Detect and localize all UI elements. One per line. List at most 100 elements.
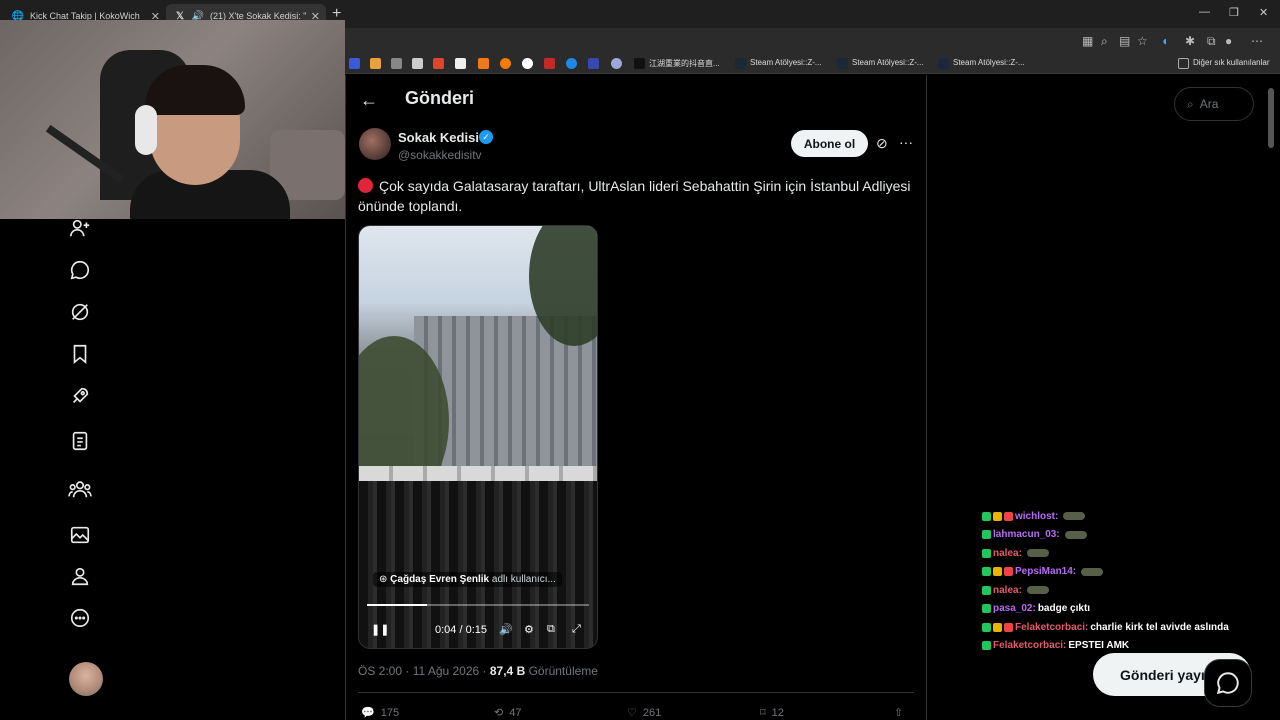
bookmark-icon[interactable]	[455, 58, 466, 69]
chat-badge-icon	[982, 641, 991, 651]
bookmark-icon[interactable]	[433, 58, 444, 69]
chat-username: Felaketcorbaci:	[993, 640, 1067, 652]
bookmark-icon[interactable]	[611, 58, 622, 69]
lists-icon[interactable]	[68, 429, 92, 453]
chat-emote-icon	[1063, 512, 1086, 521]
pause-icon[interactable]: ❚❚	[371, 623, 389, 636]
bookmark-label[interactable]: Steam Atölyesi::Z-...	[750, 58, 822, 67]
chat-badge-icon	[1004, 567, 1013, 577]
bookmark-icon[interactable]	[349, 58, 360, 69]
bookmark-icon[interactable]	[522, 58, 533, 69]
profile-icon[interactable]: ●	[1225, 34, 1232, 48]
tweet-meta: ÖS 2:00 · 11 Ağu 2026 · 87,4 B Görüntüle…	[358, 664, 598, 678]
messages-fab[interactable]	[1204, 659, 1252, 707]
extensions-puzzle-icon[interactable]: ✱	[1185, 34, 1195, 48]
zoom-icon[interactable]: ⌕	[1101, 34, 1108, 49]
picture-in-picture-icon[interactable]: ⧉	[547, 623, 555, 636]
tweet-video[interactable]: ⊛ Çağdaş Evren Şenlik adlı kullanıcı... …	[358, 225, 598, 649]
bookmark-label[interactable]: Steam Atölyesi::Z-...	[852, 58, 924, 67]
bookmark-icon[interactable]	[566, 58, 577, 69]
chat-username: nalea:	[993, 584, 1022, 596]
back-arrow-icon[interactable]: ←	[360, 90, 378, 111]
steam-icon[interactable]	[735, 58, 746, 69]
rocket-icon[interactable]	[68, 384, 92, 408]
like-button[interactable]: ♡ 261	[627, 706, 661, 720]
chat-line: nalea:	[982, 544, 1242, 563]
menu-dots-icon[interactable]: ⋯	[1251, 34, 1263, 48]
bookmark-icon[interactable]	[391, 58, 402, 69]
bookmark-icon[interactable]	[544, 58, 555, 69]
chat-message: EPSTEI AMK	[1068, 640, 1130, 652]
account-avatar[interactable]	[69, 662, 103, 696]
maximize-icon[interactable]: ❐	[1229, 6, 1239, 19]
stream-chat-overlay: wichlost: lahmacun_03: nalea: PepsiMan14: na…	[982, 507, 1242, 655]
author-avatar[interactable]	[359, 128, 391, 160]
bookmark-icon[interactable]	[588, 58, 599, 69]
red-circle-emoji-icon	[358, 178, 373, 193]
grok-icon[interactable]	[68, 300, 92, 324]
fullscreen-icon[interactable]: ⤢	[572, 623, 581, 636]
credit-icon: ⊛	[379, 574, 391, 585]
bookmark-label[interactable]: Steam Atölyesi::Z-...	[953, 58, 1025, 67]
search-input[interactable]: ⌕ Ara	[1174, 87, 1254, 121]
settings-gear-icon[interactable]: ⚙	[524, 623, 534, 636]
video-credit[interactable]: ⊛ Çağdaş Evren Şenlik adlı kullanıcı...	[373, 572, 562, 587]
verified-badge-icon: ✓	[479, 130, 493, 144]
bookmarks-bar: 江湖重業的抖音直... Steam Atölyesi::Z-... Steam …	[345, 54, 1280, 74]
steam-icon[interactable]	[837, 58, 848, 69]
more-options-icon[interactable]	[68, 606, 92, 630]
favorite-star-icon[interactable]: ☆	[1137, 34, 1148, 48]
communities-icon[interactable]	[68, 477, 92, 501]
chat-line: PepsiMan14:	[982, 563, 1242, 582]
tweet-timestamp[interactable]: ÖS 2:00 · 11 Ağu 2026	[358, 664, 479, 678]
media-icon[interactable]	[68, 523, 92, 547]
reader-icon[interactable]: ▤	[1119, 34, 1130, 48]
profile-icon[interactable]	[68, 564, 92, 588]
views-count: 87,4 B	[489, 664, 526, 678]
author-name[interactable]: Sokak Kedisi	[398, 130, 479, 145]
reply-button[interactable]: 💬 175	[361, 706, 399, 720]
repost-count: 47	[509, 706, 522, 719]
bookmark-icon[interactable]	[412, 58, 423, 69]
chat-badge-icon	[1004, 511, 1013, 521]
chat-emote-icon	[1026, 549, 1049, 558]
collections-icon[interactable]: ⧉	[1207, 34, 1216, 49]
chat-emote-icon	[1081, 567, 1104, 576]
more-dots-icon[interactable]: ···	[899, 134, 913, 150]
chat-line: nalea:	[982, 581, 1242, 600]
share-button[interactable]: ⇧	[894, 706, 903, 719]
bookmark-label[interactable]: 江湖重業的抖音直...	[649, 58, 720, 69]
chat-username: PepsiMan14:	[1015, 566, 1077, 578]
messages-icon[interactable]	[68, 258, 92, 282]
bookmarks-icon[interactable]	[68, 342, 92, 366]
follow-icon[interactable]	[68, 216, 92, 240]
search-placeholder: Ara	[1199, 97, 1219, 111]
credit-name: Çağdaş Evren Şenlik	[390, 574, 490, 585]
grok-explain-icon[interactable]: ⊘	[876, 135, 888, 152]
chat-username: lahmacun_03:	[993, 529, 1060, 541]
steam-icon[interactable]	[938, 58, 949, 69]
author-handle[interactable]: @sokakkedisitv	[398, 148, 482, 162]
other-bookmarks[interactable]: Diğer sık kullanılanlar	[1193, 58, 1269, 67]
grid-icon[interactable]: ▦	[1082, 34, 1093, 48]
chat-message: badge çıktı	[1037, 603, 1091, 615]
scrollbar[interactable]	[1268, 88, 1274, 148]
webcam-overlay	[0, 20, 345, 219]
bookmark-button[interactable]: ⌑ 12	[760, 706, 784, 720]
bookmark-icon[interactable]	[478, 58, 489, 69]
close-window-icon[interactable]: ✕	[1259, 6, 1268, 19]
tiktok-icon[interactable]	[634, 58, 645, 69]
bookmark-icon[interactable]	[500, 58, 511, 69]
chat-line: Felaketcorbaci: charlie kirk tel avivde …	[982, 618, 1242, 637]
video-progress-bar[interactable]	[367, 604, 589, 606]
share-icon: ⇧	[894, 707, 904, 719]
search-icon: ⌕	[1187, 96, 1194, 111]
volume-icon[interactable]: 🔊	[499, 623, 513, 636]
bookmark-icon[interactable]	[370, 58, 381, 69]
page-title: Gönderi	[405, 88, 475, 108]
minimize-icon[interactable]: —	[1199, 6, 1210, 18]
divider	[358, 692, 914, 693]
extension-icon[interactable]: ◖	[1161, 34, 1168, 48]
subscribe-button[interactable]: Abone ol	[791, 130, 868, 157]
repost-button[interactable]: ⟲ 47	[494, 706, 522, 720]
